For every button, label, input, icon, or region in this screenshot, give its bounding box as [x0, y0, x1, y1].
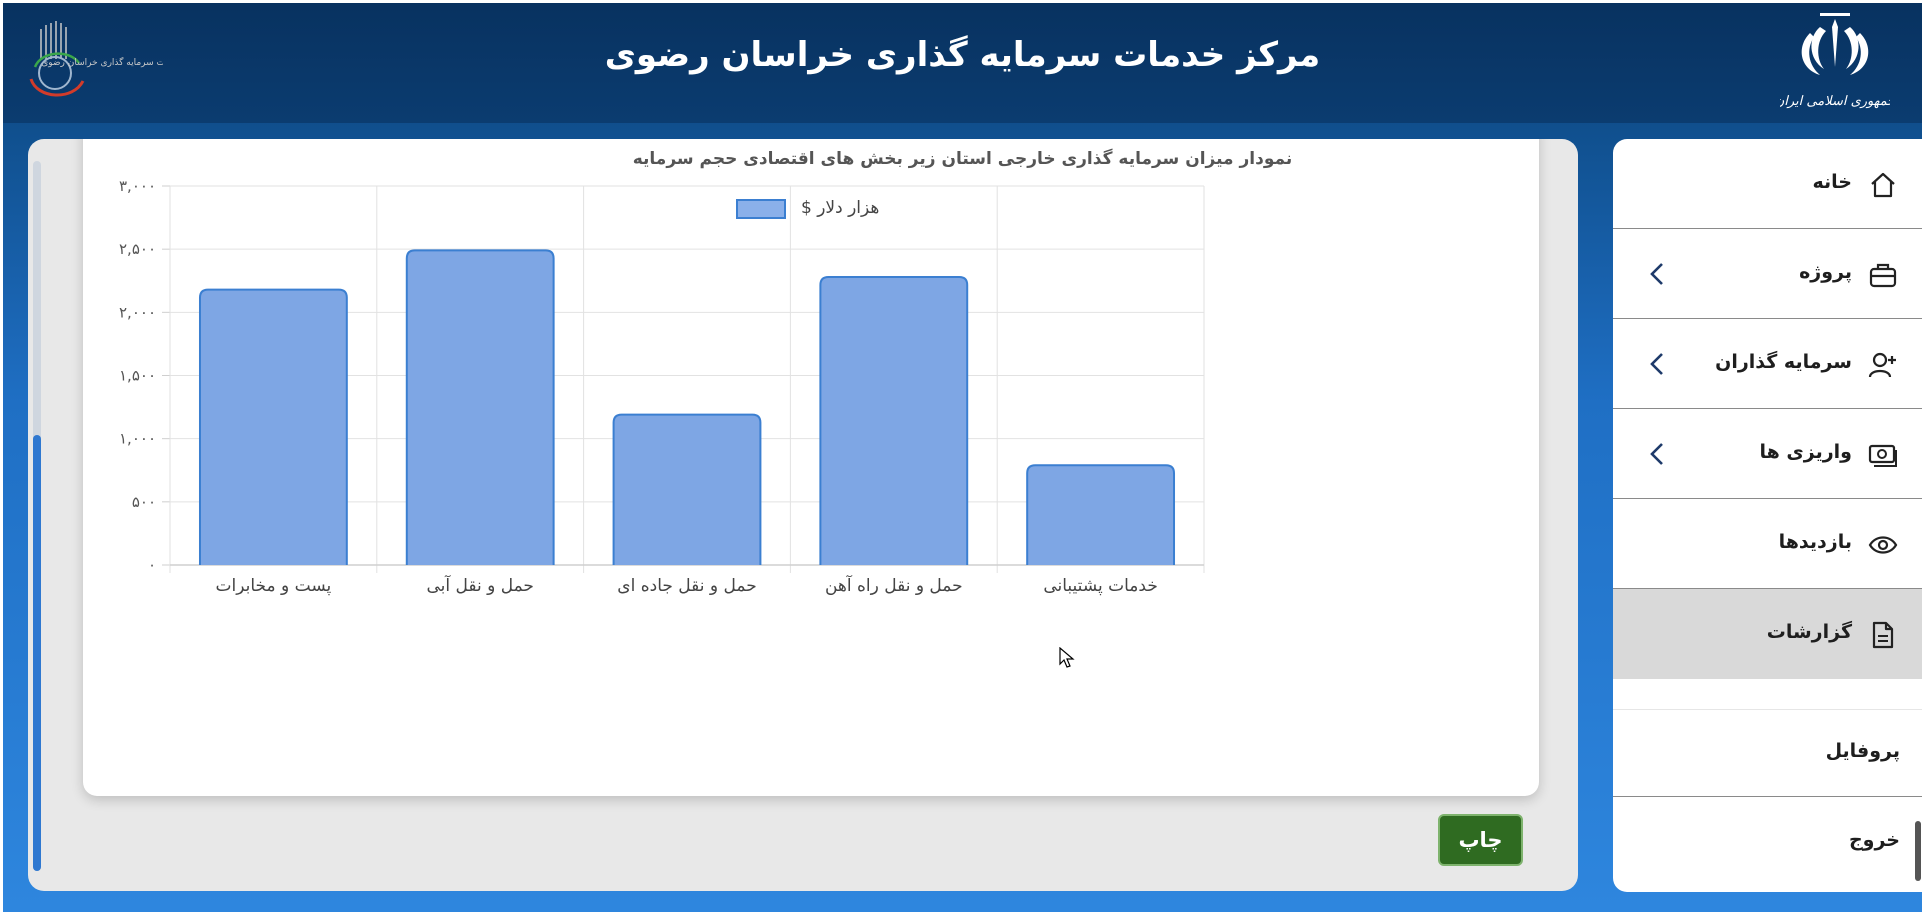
- sidebar-item-label: گزارشات: [1766, 621, 1852, 643]
- chart-bar: [1026, 464, 1176, 565]
- x-tick-label: حمل و نقل آبی: [426, 574, 533, 596]
- chart-bar: [405, 249, 555, 565]
- mouse-cursor-icon: [1059, 647, 1075, 668]
- chevron-left-icon: [1650, 263, 1663, 285]
- chart-bar: [198, 288, 348, 565]
- sidebar-item-profile[interactable]: پروفایل: [1613, 709, 1922, 797]
- chevron-left-icon: [1650, 443, 1663, 465]
- sidebar-item-investors[interactable]: سرمایه گذاران: [1613, 319, 1922, 409]
- sidebar-nav: خانه پروژه سرمایه گذاران واریزی ها بازدی…: [1613, 139, 1922, 892]
- sidebar-scrollbar-thumb[interactable]: [1915, 821, 1921, 881]
- x-tick-label: حمل و نقل راه آهن: [825, 574, 963, 596]
- sidebar-item-label: خانه: [1812, 171, 1852, 193]
- y-tick-label: ۱,۵۰۰: [119, 367, 156, 385]
- add-user-icon: [1868, 352, 1896, 378]
- y-tick-label: ۲,۵۰۰: [119, 240, 156, 258]
- sidebar-item-label: پروژه: [1799, 261, 1852, 283]
- home-icon: [1871, 172, 1895, 198]
- chevron-left-icon: [1650, 353, 1663, 375]
- app-frame: مرکز خدمات سرمایه گذاری خراسان رضوی جمهو…: [3, 3, 1922, 912]
- money-icon: [1868, 444, 1897, 467]
- x-tick-label: پست و مخابرات: [216, 576, 332, 596]
- y-tick-label: ۲,۰۰۰: [119, 303, 156, 321]
- sidebar-item-label: سرمایه گذاران: [1715, 351, 1852, 373]
- y-tick-label: ۰: [148, 556, 156, 574]
- x-tick-label: خدمات پشتیبانی: [1043, 576, 1158, 596]
- chart-bar: [819, 275, 969, 565]
- sidebar-item-home[interactable]: خانه: [1613, 139, 1922, 229]
- sidebar-item-project[interactable]: پروژه: [1613, 229, 1922, 319]
- print-button[interactable]: چاپ: [1438, 814, 1523, 866]
- profile-label: پروفایل: [1825, 740, 1900, 762]
- x-tick-label: حمل و نقل جاده ای: [617, 576, 756, 596]
- sidebar-item-deposits[interactable]: واریزی ها: [1613, 409, 1922, 499]
- y-tick-label: ۱,۰۰۰: [119, 430, 156, 448]
- y-tick-label: ۵۰۰: [132, 493, 156, 511]
- briefcase-icon: [1869, 263, 1897, 288]
- logout-label: خروج: [1848, 829, 1900, 851]
- sidebar-item-visits[interactable]: بازدیدها: [1613, 499, 1922, 589]
- eye-icon: [1868, 536, 1898, 554]
- sidebar-item-logout[interactable]: خروج: [1613, 799, 1922, 887]
- sidebar-item-label: بازدیدها: [1778, 531, 1852, 553]
- chart-bar: [612, 413, 762, 565]
- y-tick-label: ۳,۰۰۰: [119, 177, 156, 195]
- document-icon: [1872, 621, 1894, 649]
- sidebar-item-label: واریزی ها: [1759, 441, 1852, 463]
- sidebar-item-reports[interactable]: گزارشات: [1613, 589, 1922, 679]
